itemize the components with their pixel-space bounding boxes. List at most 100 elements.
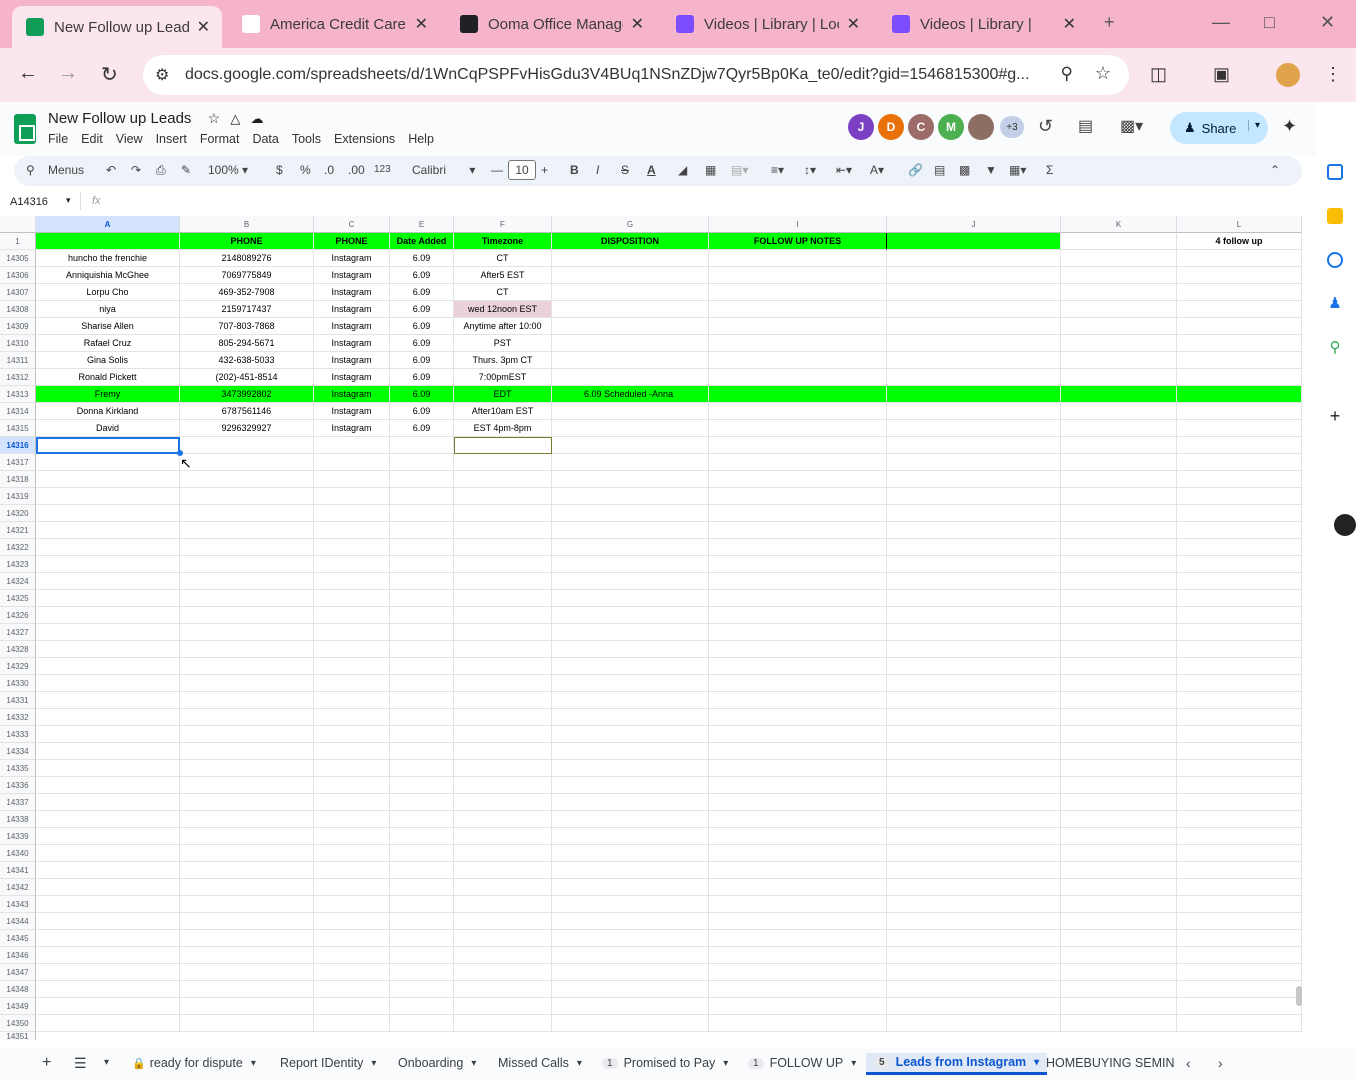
column-header-j[interactable]: J bbox=[887, 216, 1061, 233]
grid-cell[interactable] bbox=[1177, 284, 1302, 301]
grid-cell[interactable] bbox=[314, 556, 390, 573]
increase-decimal-button[interactable]: .00 bbox=[348, 163, 365, 177]
name-box[interactable]: A14316 bbox=[10, 196, 48, 208]
grid-cell[interactable] bbox=[709, 369, 887, 386]
menu-extensions[interactable]: Extensions bbox=[334, 132, 395, 146]
grid-cell[interactable] bbox=[552, 726, 709, 743]
grid-cell[interactable] bbox=[709, 267, 887, 284]
grid-cell[interactable] bbox=[1177, 828, 1302, 845]
grid-cell[interactable] bbox=[709, 913, 887, 930]
grid-cell[interactable] bbox=[887, 233, 1061, 250]
grid-cell[interactable] bbox=[180, 845, 314, 862]
grid-cell[interactable] bbox=[36, 522, 180, 539]
grid-cell[interactable] bbox=[314, 981, 390, 998]
grid-cell[interactable] bbox=[887, 505, 1061, 522]
column-header-l[interactable]: L bbox=[1177, 216, 1302, 233]
back-icon[interactable]: ← bbox=[18, 62, 38, 85]
grid-cell[interactable] bbox=[709, 760, 887, 777]
grid-cell[interactable] bbox=[1177, 369, 1302, 386]
grid-cell[interactable] bbox=[314, 488, 390, 505]
grid-cell[interactable] bbox=[709, 658, 887, 675]
grid-cell[interactable]: Anytime after 10:00 bbox=[454, 318, 552, 335]
grid-cell[interactable] bbox=[887, 658, 1061, 675]
grid-cell[interactable] bbox=[180, 505, 314, 522]
grid-cell[interactable] bbox=[1061, 539, 1177, 556]
grid-cell[interactable] bbox=[1177, 335, 1302, 352]
grid-cell[interactable] bbox=[709, 896, 887, 913]
more-collaborators-badge[interactable]: +3 bbox=[1000, 116, 1024, 138]
sheet-tab-menu-icon[interactable]: ▾ bbox=[1034, 1057, 1039, 1068]
grid-cell[interactable] bbox=[709, 981, 887, 998]
grid-cell[interactable]: Ronald Pickett bbox=[36, 369, 180, 386]
grid-cell[interactable] bbox=[390, 964, 454, 981]
grid-cell[interactable] bbox=[36, 811, 180, 828]
italic-button[interactable]: I bbox=[596, 163, 599, 177]
row-header[interactable]: 14327 bbox=[0, 624, 36, 641]
grid-cell[interactable] bbox=[36, 607, 180, 624]
grid-cell[interactable] bbox=[314, 811, 390, 828]
gemini-icon[interactable]: ✦ bbox=[1282, 116, 1297, 137]
grid-cell[interactable] bbox=[314, 471, 390, 488]
grid-cell[interactable]: Instagram bbox=[314, 403, 390, 420]
grid-cell[interactable] bbox=[390, 539, 454, 556]
grid-cell[interactable] bbox=[709, 420, 887, 437]
grid-cell[interactable] bbox=[552, 335, 709, 352]
grid-cell[interactable] bbox=[1177, 1015, 1302, 1032]
grid-cell[interactable] bbox=[1061, 437, 1177, 454]
grid-cell[interactable] bbox=[1061, 471, 1177, 488]
grid-cell[interactable] bbox=[552, 794, 709, 811]
grid-cell[interactable] bbox=[709, 641, 887, 658]
menu-edit[interactable]: Edit bbox=[81, 132, 103, 146]
grid-cell[interactable] bbox=[180, 981, 314, 998]
grid-cell[interactable] bbox=[709, 454, 887, 471]
grid-cell[interactable] bbox=[887, 794, 1061, 811]
grid-cell[interactable] bbox=[1061, 233, 1177, 250]
grid-cell[interactable] bbox=[1177, 896, 1302, 913]
grid-cell[interactable]: PHONE bbox=[180, 233, 314, 250]
grid-cell[interactable] bbox=[390, 1015, 454, 1032]
grid-cell[interactable] bbox=[552, 488, 709, 505]
grid-cell[interactable] bbox=[36, 658, 180, 675]
grid-cell[interactable] bbox=[1177, 488, 1302, 505]
grid-cell[interactable] bbox=[390, 998, 454, 1015]
grid-cell[interactable] bbox=[887, 488, 1061, 505]
grid-cell[interactable]: (202)-451-8514 bbox=[180, 369, 314, 386]
row-header[interactable]: 14311 bbox=[0, 352, 36, 369]
grid-cell[interactable] bbox=[1061, 998, 1177, 1015]
grid-cell[interactable] bbox=[1061, 403, 1177, 420]
grid-cell[interactable] bbox=[552, 879, 709, 896]
row-header[interactable]: 14332 bbox=[0, 709, 36, 726]
grid-cell[interactable] bbox=[1177, 267, 1302, 284]
grid-cell[interactable]: EST 4pm-8pm bbox=[454, 420, 552, 437]
row-header[interactable]: 14346 bbox=[0, 947, 36, 964]
grid-cell[interactable] bbox=[454, 998, 552, 1015]
keep-icon[interactable] bbox=[1327, 208, 1343, 224]
grid-cell[interactable] bbox=[709, 709, 887, 726]
version-history-icon[interactable]: ↺ bbox=[1038, 116, 1053, 137]
grid-cell[interactable] bbox=[552, 437, 709, 454]
grid-cell[interactable] bbox=[709, 777, 887, 794]
grid-cell[interactable] bbox=[709, 862, 887, 879]
browser-tab-4[interactable]: Videos | Library | Loo ✕ bbox=[662, 0, 872, 48]
row-header[interactable]: 14331 bbox=[0, 692, 36, 709]
filter-views-icon[interactable]: ▦▾ bbox=[1009, 163, 1026, 177]
grid-cell[interactable] bbox=[454, 556, 552, 573]
grid-cell[interactable]: 6.09 bbox=[390, 250, 454, 267]
sheet-tab[interactable]: Missed Calls ▾ bbox=[498, 1056, 582, 1070]
tab-close-icon[interactable]: ✕ bbox=[415, 14, 428, 34]
grid-cell[interactable]: 6.09 bbox=[390, 267, 454, 284]
grid-cell[interactable]: 707-803-7868 bbox=[180, 318, 314, 335]
grid-cell[interactable] bbox=[180, 709, 314, 726]
grid-cell[interactable] bbox=[36, 692, 180, 709]
menu-insert[interactable]: Insert bbox=[156, 132, 187, 146]
grid-cell[interactable] bbox=[454, 522, 552, 539]
grid-cell[interactable]: huncho the frenchie bbox=[36, 250, 180, 267]
font-size-increase-icon[interactable]: + bbox=[541, 163, 548, 177]
grid-cell[interactable] bbox=[1177, 624, 1302, 641]
sheet-tab[interactable]: 1 FOLLOW UP ▾ bbox=[748, 1056, 856, 1070]
grid-cell[interactable] bbox=[1177, 947, 1302, 964]
row-header[interactable]: 14320 bbox=[0, 505, 36, 522]
grid-cell[interactable]: 2159717437 bbox=[180, 301, 314, 318]
grid-cell[interactable]: David bbox=[36, 420, 180, 437]
grid-cell[interactable] bbox=[180, 641, 314, 658]
